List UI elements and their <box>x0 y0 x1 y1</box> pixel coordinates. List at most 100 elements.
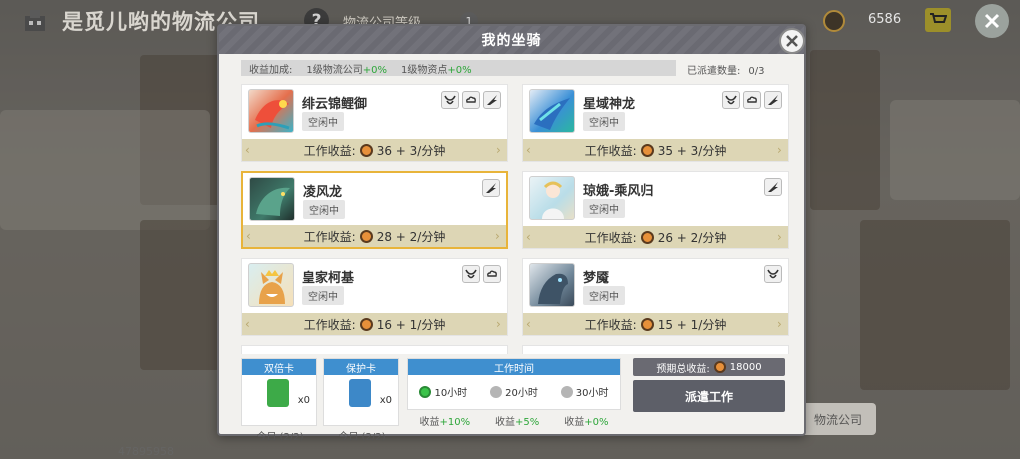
income-label: 工作收益: <box>584 230 637 245</box>
chevron-right-icon: › <box>777 230 782 244</box>
close-icon[interactable] <box>975 4 1009 38</box>
mount-card[interactable]: 星域神龙 空闲中 ‹ 工作收益: 35 + 3/分钟 › <box>522 84 789 162</box>
mount-list[interactable]: 绯云锦鲤御 空闲中 ‹ 工作收益: 36 + 3/分钟 › 星域神龙 空闲中 ‹… <box>241 84 789 354</box>
bonus-label: 收益加成: <box>249 64 293 76</box>
ox-icon <box>462 265 480 283</box>
chevron-left-icon: ‹ <box>246 229 251 243</box>
double-card-box[interactable]: 双倍卡 x0 今日 (2/2) <box>241 358 317 443</box>
mount-portrait <box>529 89 575 133</box>
protect-card-box[interactable]: 保护卡 x0 今日 (2/2) <box>323 358 399 443</box>
bonus-station-label: 1级物资点 <box>401 64 448 76</box>
mount-traits <box>441 91 501 109</box>
shop-cart-icon[interactable] <box>925 8 951 32</box>
work-time-option[interactable]: 10小时 <box>419 384 467 399</box>
time-bonus-label: 收益 <box>419 417 440 428</box>
wing-icon <box>483 91 501 109</box>
coin-amount: 6586 <box>868 12 902 27</box>
cloud-icon <box>483 265 501 283</box>
my-mounts-dialog: 我的坐骑 收益加成: 1级物流公司+0% 1级物资点+0% 已派遣数量: 0/3 … <box>217 24 806 443</box>
mount-card[interactable]: 皇家柯基 空闲中 ‹ 工作收益: 16 + 1/分钟 › <box>241 258 508 336</box>
work-time-bonuses: 收益+10% 收益+5% 收益+0% <box>407 413 621 428</box>
chevron-left-icon: ‹ <box>526 317 531 331</box>
time-bonus-value: +0% <box>584 417 609 428</box>
work-time-label: 工作时间 <box>408 359 620 375</box>
work-time-option-label: 20小时 <box>505 388 538 399</box>
time-bonus-value: +5% <box>515 417 540 428</box>
mount-card[interactable]: 梦魇 空闲中 ‹ 工作收益: 15 + 1/分钟 › <box>522 258 789 336</box>
income-label: 工作收益: <box>584 317 637 332</box>
mount-name: 凌风龙 <box>303 185 343 200</box>
mount-status: 空闲中 <box>302 112 344 131</box>
time-bonus-label: 收益 <box>495 417 516 428</box>
income-bonus-bar: 收益加成: 1级物流公司+0% 1级物资点+0% <box>241 60 676 76</box>
mount-income-strip: ‹ 工作收益: 16 + 1/分钟 › <box>242 313 507 335</box>
mount-portrait <box>529 176 575 220</box>
income-label: 工作收益: <box>303 229 356 244</box>
coin-icon <box>640 317 654 331</box>
dispatched-value: 0/3 <box>748 66 765 77</box>
mount-card[interactable]: 绯云锦鲤御 空闲中 ‹ 工作收益: 36 + 3/分钟 › <box>241 84 508 162</box>
logistics-company-button[interactable]: 物流公司 <box>800 403 876 435</box>
mount-portrait <box>248 263 294 307</box>
work-time-option[interactable]: 20小时 <box>490 384 538 399</box>
mount-traits <box>764 178 782 196</box>
expected-income-value: 18000 <box>729 361 762 373</box>
chevron-left-icon: ‹ <box>245 317 250 331</box>
mount-income-strip: ‹ 工作收益: 35 + 3/分钟 › <box>523 139 788 161</box>
mount-income-strip: ‹ 工作收益: 15 + 1/分钟 › <box>523 313 788 335</box>
time-bonus-item: 收益+0% <box>564 413 608 428</box>
time-bonus-item: 收益+5% <box>495 413 539 428</box>
ox-icon <box>764 265 782 283</box>
radio-icon <box>560 385 573 398</box>
coin-icon <box>640 230 654 244</box>
protect-card-label: 保护卡 <box>324 359 398 375</box>
mount-portrait <box>529 263 575 307</box>
dialog-title: 我的坐骑 <box>481 33 542 49</box>
work-time-selector: 工作时间 10小时 20小时 30小时 <box>407 358 621 410</box>
protect-card-today: 今日 (2/2) <box>338 432 386 443</box>
bonus-company: 1级物流公司+0% <box>306 61 387 76</box>
income-value: 36 + 3/分钟 <box>376 143 446 158</box>
time-bonus-label: 收益 <box>564 417 585 428</box>
work-time-option[interactable]: 30小时 <box>560 384 609 399</box>
mount-status: 空闲中 <box>583 112 625 131</box>
building-icon[interactable] <box>22 8 48 34</box>
double-card-icon <box>267 379 289 407</box>
bonus-company-pct: +0% <box>362 64 387 76</box>
income-value: 28 + 2/分钟 <box>376 229 446 244</box>
double-card-today: 今日 (2/2) <box>256 432 304 443</box>
dispatched-count: 已派遣数量: 0/3 <box>687 62 764 77</box>
protect-card-qty: x0 <box>379 395 392 406</box>
mount-card-partial[interactable] <box>522 345 789 354</box>
mount-portrait <box>249 177 295 221</box>
mount-traits <box>482 179 500 197</box>
mount-card-partial[interactable] <box>241 345 508 354</box>
mount-card-selected[interactable]: 凌风龙 空闲中 ‹ 工作收益: 28 + 2/分钟 › <box>241 171 508 249</box>
mount-income-strip: ‹ 工作收益: 28 + 2/分钟 › <box>243 225 506 247</box>
mount-name: 皇家柯基 <box>302 271 355 286</box>
dispatch-work-button[interactable]: 派遣工作 <box>633 380 785 412</box>
radio-icon <box>490 385 503 398</box>
mount-name: 星域神龙 <box>583 97 636 112</box>
chevron-left-icon: ‹ <box>526 143 531 157</box>
expected-income-label: 预期总收益: <box>656 363 710 375</box>
chevron-right-icon: › <box>496 317 501 331</box>
work-time-option-label: 30小时 <box>575 388 609 399</box>
double-card-qty: x0 <box>297 395 310 406</box>
mount-card[interactable]: 琼娥-乘风归 空闲中 ‹ 工作收益: 26 + 2/分钟 › <box>522 171 789 249</box>
mount-portrait <box>248 89 294 133</box>
chevron-right-icon: › <box>496 143 501 157</box>
radio-selected-icon <box>419 385 432 398</box>
double-card-label: 双倍卡 <box>242 359 316 375</box>
income-value: 35 + 3/分钟 <box>657 143 727 158</box>
mount-name: 琼娥-乘风归 <box>583 184 654 199</box>
expected-income: 预期总收益: 18000 <box>633 358 785 376</box>
time-bonus-value: +10% <box>439 417 471 428</box>
income-value: 26 + 2/分钟 <box>657 230 727 245</box>
coin-icon <box>359 317 373 331</box>
income-label: 工作收益: <box>303 317 356 332</box>
protect-card-icon <box>349 379 371 407</box>
mount-status: 空闲中 <box>583 199 625 218</box>
dialog-close-icon[interactable] <box>779 28 805 54</box>
bonus-station-pct: +0% <box>447 64 472 76</box>
